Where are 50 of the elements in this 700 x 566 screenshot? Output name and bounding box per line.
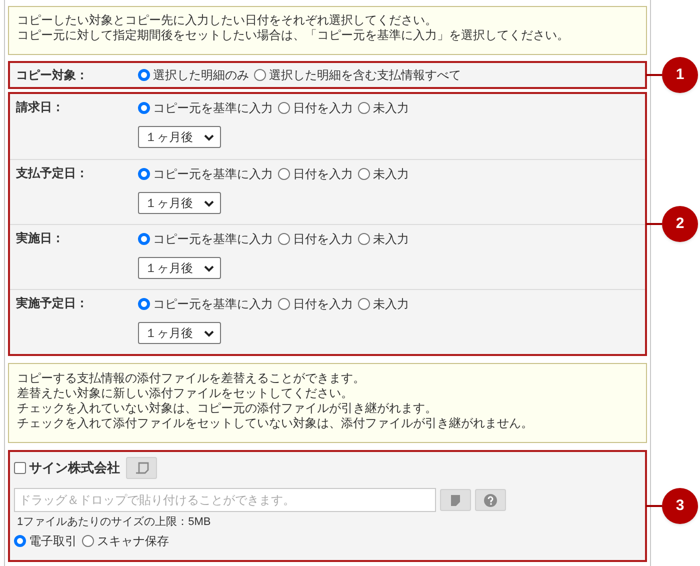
field-label: 実施日：	[15, 230, 65, 247]
radio-option[interactable]: コピー元を基準に入力	[138, 230, 273, 248]
field-label: 実施予定日：	[15, 295, 89, 312]
document-icon	[134, 462, 148, 474]
month-select[interactable]: １ヶ月後	[138, 192, 221, 214]
callout-number: 1	[662, 57, 698, 93]
radio-option[interactable]: 選択した明細を含む支払情報すべて	[254, 66, 461, 84]
radio-option[interactable]: 日付を入力	[278, 230, 353, 248]
radio-option[interactable]: 未入力	[358, 165, 409, 183]
callout-number: 3	[662, 488, 698, 524]
field-label: コピー対象：	[15, 67, 89, 84]
radio-option[interactable]: 日付を入力	[278, 99, 353, 117]
leader-line	[646, 505, 662, 507]
radio-option[interactable]: 未入力	[358, 99, 409, 117]
radio-option[interactable]: コピー元を基準に入力	[138, 165, 273, 183]
radio-option[interactable]: 未入力	[358, 230, 409, 248]
size-limit-text: 1ファイルあたりのサイズの上限：5MB	[17, 515, 212, 530]
attach-button[interactable]	[126, 457, 157, 479]
notice-text: 差替えたい対象に新しい添付ファイルをセットしてください。	[17, 386, 354, 401]
radio-option[interactable]: 日付を入力	[278, 165, 353, 183]
help-button[interactable]	[475, 489, 506, 511]
leader-line	[646, 223, 662, 225]
chevron-icon	[204, 264, 214, 272]
radio-option[interactable]: スキャナ保存	[82, 532, 169, 550]
file-button[interactable]	[440, 489, 471, 511]
radio-option[interactable]: コピー元を基準に入力	[138, 295, 273, 313]
field-label: 請求日：	[14, 99, 65, 116]
note-icon	[451, 494, 460, 506]
notice-text: コピー元に対して指定期間後をセットしたい場合は、「コピー元を基準に入力」を選択してください。	[17, 28, 570, 43]
chevron-icon	[204, 330, 214, 336]
radio-option[interactable]: 日付を入力	[278, 295, 353, 313]
field-label: 支払予定日：	[15, 165, 89, 182]
notice-text: コピーする支払情報の添付ファイルを差替えることができます。	[17, 371, 366, 386]
notice-text: チェックを入れて添付ファイルをセットしていない対象は、添付ファイルが引き継がれません。	[17, 416, 534, 431]
radio-option[interactable]: 電子取引	[14, 532, 77, 550]
callout-number: 2	[662, 206, 698, 242]
company-checkbox[interactable]: サイン株式会社	[14, 458, 120, 478]
notice-text: コピーしたい対象とコピー先に入力したい日付をそれぞれ選択してください。	[17, 13, 438, 28]
help-icon	[484, 494, 497, 506]
month-select[interactable]: １ヶ月後	[138, 257, 221, 279]
drop-field[interactable]: ドラッグ＆ドロップで貼り付けることができます。	[14, 488, 436, 512]
notice-text: チェックを入れていない対象は、コピー元の添付ファイルが引き継がれます。	[17, 401, 438, 416]
chevron-icon	[204, 200, 214, 206]
month-select[interactable]: １ヶ月後	[138, 126, 221, 148]
leader-line	[646, 74, 662, 76]
radio-option[interactable]: 未入力	[358, 295, 409, 313]
chevron-icon	[204, 134, 214, 140]
radio-option[interactable]: コピー元を基準に入力	[138, 99, 273, 117]
radio-option[interactable]: 選択した明細のみ	[138, 66, 249, 84]
month-select[interactable]: １ヶ月後	[138, 322, 221, 344]
